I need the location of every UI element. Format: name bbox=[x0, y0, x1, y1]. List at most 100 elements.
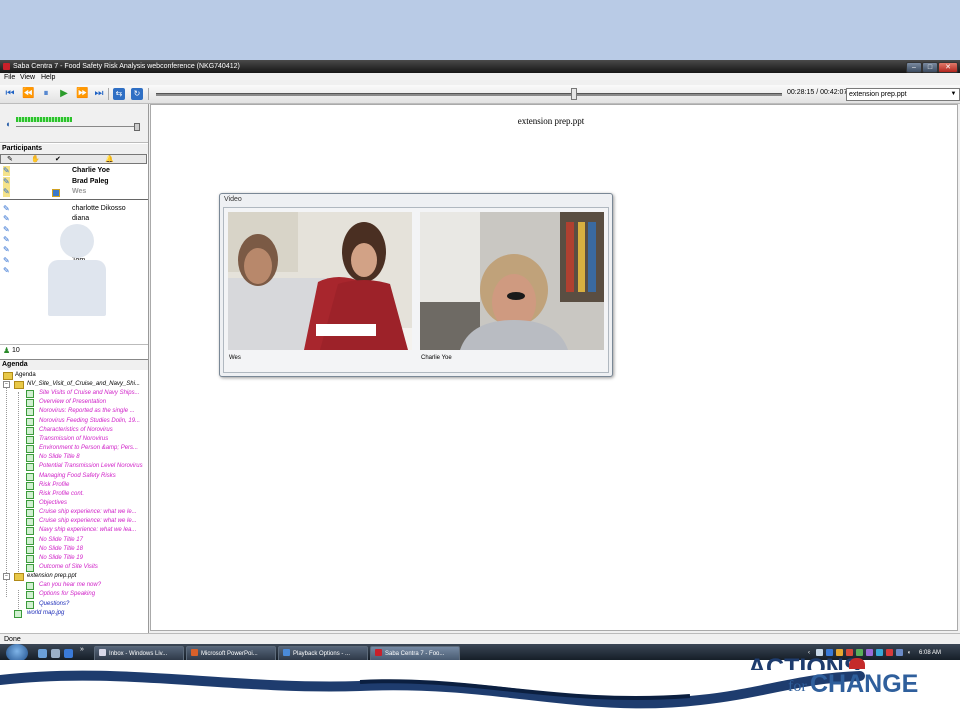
agenda-item[interactable]: Risk Profile bbox=[0, 481, 148, 490]
agenda-item[interactable]: Managing Food Safety Risks bbox=[0, 472, 148, 481]
tray-icon[interactable] bbox=[826, 649, 833, 656]
agenda-folder[interactable]: − NV_Site_Visit_of_Cruise_and_Navy_Shi... bbox=[0, 380, 148, 389]
playback-options-icon[interactable]: ⇆ bbox=[113, 88, 125, 100]
switch-windows-icon[interactable] bbox=[51, 649, 60, 658]
agenda-item[interactable]: Navy ship experience: what we lea... bbox=[0, 526, 148, 536]
agenda-item[interactable]: Can you hear me now? bbox=[0, 581, 148, 591]
menu-help[interactable]: Help bbox=[41, 74, 55, 81]
pause-icon[interactable]: ⏸ bbox=[40, 88, 52, 100]
volume-slider-thumb[interactable] bbox=[134, 123, 140, 131]
quicklaunch-overflow-icon[interactable]: » bbox=[80, 646, 84, 653]
participant-name: diana bbox=[72, 215, 90, 223]
bell-icon[interactable]: 🔔 bbox=[105, 155, 114, 164]
time-readout: 00:28:15 / 00:42:07 bbox=[787, 89, 848, 96]
chevron-down-icon[interactable]: ▼ bbox=[947, 89, 958, 100]
speaker-icon[interactable]: ◖ bbox=[5, 119, 10, 129]
video-window[interactable]: Video Wes Charlie Yoe bbox=[219, 193, 613, 377]
play-icon[interactable]: ▶ bbox=[58, 88, 70, 100]
participant-name: charlotte Dikosso bbox=[72, 205, 126, 212]
agenda-item[interactable]: No Slide Title 8 bbox=[0, 453, 148, 463]
agenda-item-label: No Slide Title 8 bbox=[39, 454, 80, 461]
participant-divider bbox=[0, 199, 148, 200]
agenda-item[interactable]: No Slide Title 19 bbox=[0, 554, 148, 563]
collapse-icon[interactable]: − bbox=[3, 381, 10, 388]
agenda-item[interactable]: Environment to Person &amp; Pers... bbox=[0, 444, 148, 454]
agenda-item[interactable]: Overview of Presentation bbox=[0, 398, 148, 408]
tray-icon[interactable] bbox=[886, 649, 893, 656]
slide-icon bbox=[26, 499, 34, 508]
video-feed-charlie[interactable] bbox=[420, 212, 604, 350]
participant-row[interactable]: ✎ diana bbox=[0, 214, 148, 224]
taskbar-button-label: Saba Centra 7 - Foo... bbox=[385, 651, 445, 657]
rewind-icon[interactable]: ⏪ bbox=[22, 88, 34, 100]
agenda-item-label: Norovirus Feeding Studies Dolin, 19... bbox=[39, 417, 141, 424]
agenda-item-label: No Slide Title 19 bbox=[39, 554, 83, 561]
agenda-item[interactable]: Cruise ship experience: what we le... bbox=[0, 508, 148, 518]
participant-row[interactable]: ✎ Brad Paleg bbox=[0, 176, 148, 187]
internet-explorer-icon[interactable] bbox=[64, 649, 73, 658]
pencil-icon[interactable]: ✎ bbox=[7, 155, 13, 164]
agenda-item[interactable]: Outcome of Site Visits bbox=[0, 563, 148, 572]
agenda-item[interactable]: world map.jpg bbox=[0, 609, 148, 618]
collapse-icon[interactable]: − bbox=[3, 573, 10, 581]
skip-to-start-icon[interactable]: ⏮ bbox=[4, 88, 16, 100]
slide-icon bbox=[26, 454, 34, 463]
participant-avatar-watermark bbox=[46, 224, 108, 316]
raise-hand-icon[interactable]: ✋ bbox=[31, 155, 40, 164]
agenda-folder[interactable]: − extension prep.ppt bbox=[0, 572, 148, 582]
menu-file[interactable]: File bbox=[4, 74, 15, 81]
slide-icon bbox=[26, 408, 34, 417]
audio-level-meter bbox=[16, 117, 72, 122]
participant-count-value: 10 bbox=[12, 347, 20, 354]
skip-to-end-icon[interactable]: ⏭ bbox=[93, 88, 105, 100]
agenda-item-label: Outcome of Site Visits bbox=[39, 564, 98, 570]
tray-icon[interactable] bbox=[866, 649, 873, 656]
menu-view[interactable]: View bbox=[20, 74, 35, 81]
slide-icon bbox=[26, 527, 34, 536]
participant-row[interactable]: ✎ Charlie Yoe bbox=[0, 166, 148, 176]
agenda-item[interactable]: Potential Transmission Level Norovirus bbox=[0, 462, 148, 472]
timeline-track[interactable] bbox=[156, 93, 782, 96]
agenda-item[interactable]: Options for Speaking bbox=[0, 590, 148, 600]
tray-icon[interactable] bbox=[846, 649, 853, 656]
agenda-item[interactable]: Transmission of Norovirus bbox=[0, 435, 148, 444]
participant-row[interactable]: ✎ charlotte Dikosso bbox=[0, 204, 148, 214]
participant-row[interactable]: ✎ Wes bbox=[0, 187, 148, 197]
video-feed-wes[interactable] bbox=[228, 212, 412, 350]
agenda-item[interactable]: Objectives bbox=[0, 499, 148, 508]
participant-count: ♟ 10 bbox=[0, 344, 148, 358]
show-desktop-icon[interactable] bbox=[38, 649, 47, 658]
sync-icon[interactable]: ↻ bbox=[131, 88, 143, 100]
check-icon[interactable]: ✔ bbox=[55, 155, 61, 164]
timeline-thumb[interactable] bbox=[571, 88, 577, 100]
agenda-item-label: Environment to Person &amp; Pers... bbox=[39, 445, 139, 452]
tray-icon[interactable] bbox=[816, 649, 823, 656]
slide-icon bbox=[26, 509, 34, 518]
agenda-item[interactable]: Cruise ship experience: what we le... bbox=[0, 517, 148, 527]
tray-icon[interactable] bbox=[836, 649, 843, 656]
agenda-item[interactable]: Characteristics of Norovirus bbox=[0, 426, 148, 435]
agenda-item[interactable]: Site Visits of Cruise and Navy Ships... bbox=[0, 389, 148, 399]
agenda-item-label: Navy ship experience: what we lea... bbox=[39, 527, 137, 534]
volume-slider[interactable] bbox=[16, 126, 138, 127]
agenda-item[interactable]: Risk Profile cont. bbox=[0, 490, 148, 499]
agenda-item-label: Options for Speaking bbox=[39, 591, 96, 598]
tray-icon[interactable] bbox=[876, 649, 883, 656]
close-button[interactable]: ✕ bbox=[938, 62, 958, 73]
fast-forward-icon[interactable]: ⏩ bbox=[76, 88, 88, 100]
agenda-item[interactable]: No Slide Title 17 bbox=[0, 536, 148, 545]
agenda-item[interactable]: Norovirus Feeding Studies Dolin, 19... bbox=[0, 417, 148, 426]
network-icon[interactable] bbox=[896, 649, 903, 656]
document-select[interactable]: extension prep.ppt ▼ bbox=[846, 88, 960, 101]
maximize-button[interactable]: □ bbox=[922, 62, 938, 73]
tray-icon[interactable] bbox=[856, 649, 863, 656]
slide-icon bbox=[26, 545, 34, 554]
agenda-item[interactable]: Norovirus: Reported as the single ... bbox=[0, 407, 148, 417]
agenda-item[interactable]: No Slide Title 18 bbox=[0, 545, 148, 554]
agenda-item[interactable]: Questions? bbox=[0, 600, 148, 609]
agenda-root[interactable]: Agenda bbox=[0, 371, 148, 380]
minimize-button[interactable]: – bbox=[906, 62, 922, 73]
participants-heading: Participants bbox=[0, 144, 148, 154]
slide-icon bbox=[26, 591, 34, 600]
participant-name: Brad Paleg bbox=[72, 177, 109, 185]
